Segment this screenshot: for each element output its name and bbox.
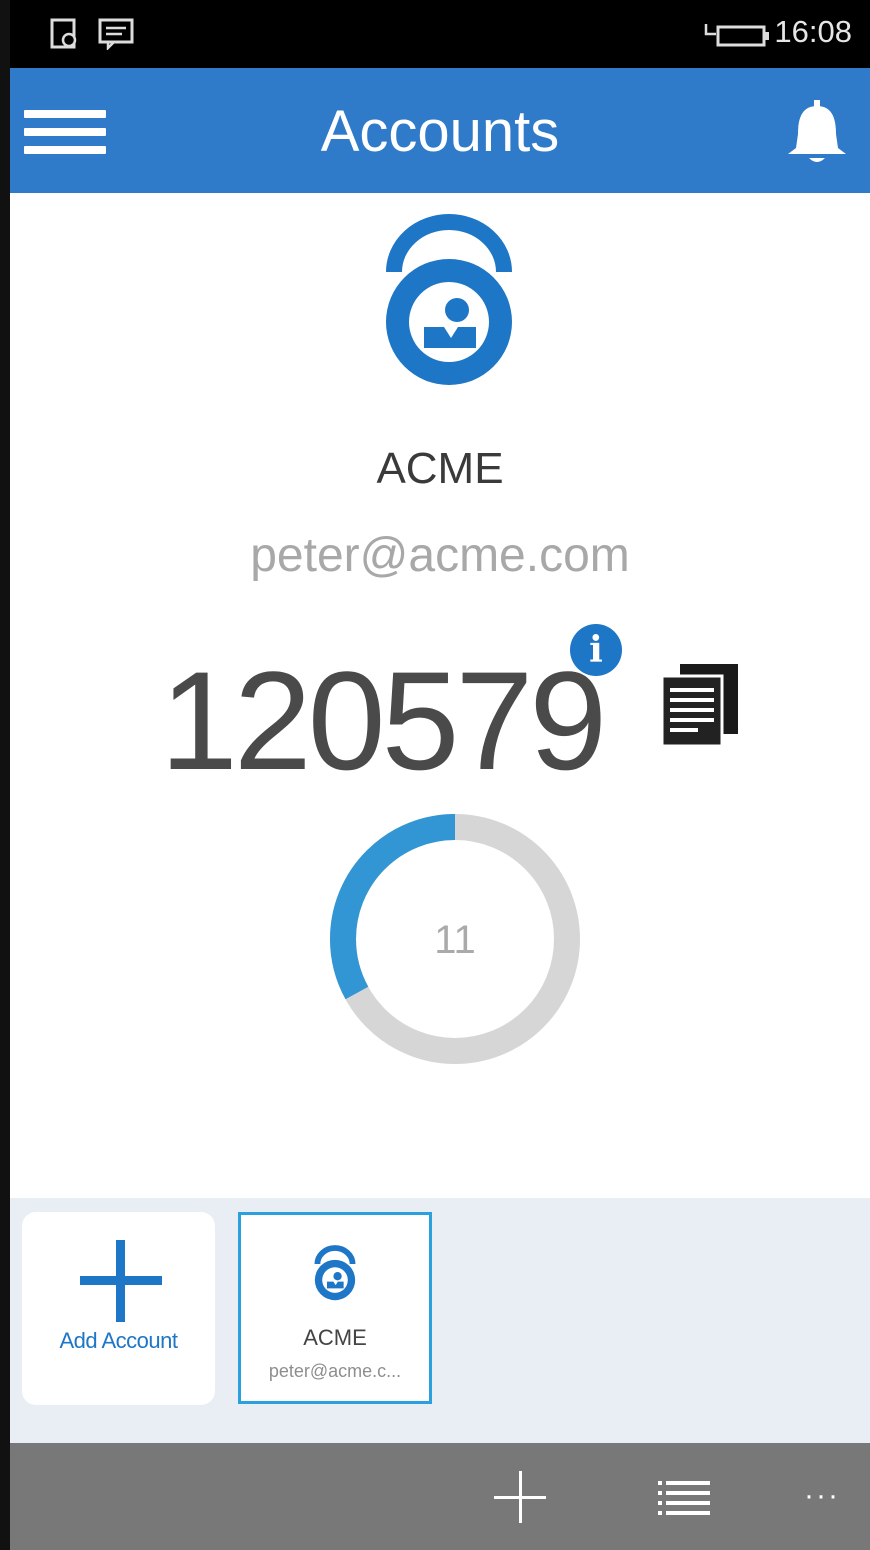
- add-account-tile[interactable]: Add Account: [22, 1212, 215, 1405]
- countdown-seconds: 11: [434, 918, 476, 962]
- verification-code[interactable]: 120579: [160, 640, 607, 802]
- bottom-app-bar: ···: [10, 1443, 870, 1550]
- app-header: Accounts: [10, 68, 870, 193]
- app-screen: 16:08 Accounts ACME peter@acme.com 12057…: [0, 0, 870, 1550]
- notification-icon: [50, 18, 77, 49]
- message-icon: [98, 18, 134, 50]
- accounts-tray: Add Account ACME peter@acme.c...: [10, 1198, 870, 1443]
- more-icon[interactable]: ···: [804, 1479, 840, 1513]
- add-icon[interactable]: [494, 1471, 546, 1523]
- add-account-label: Add Account: [59, 1328, 178, 1353]
- account-tile-name: ACME: [303, 1325, 367, 1350]
- lock-user-icon: [386, 214, 512, 385]
- lock-user-icon: [314, 1245, 356, 1301]
- account-name: ACME: [376, 444, 504, 493]
- battery-icon: [704, 24, 769, 47]
- status-time: 16:08: [774, 14, 852, 49]
- page-title: Accounts: [320, 99, 560, 164]
- account-tile[interactable]: ACME peter@acme.c...: [238, 1212, 432, 1404]
- bell-icon[interactable]: [784, 98, 850, 166]
- info-icon[interactable]: i: [570, 624, 622, 676]
- list-icon[interactable]: [658, 1481, 710, 1515]
- account-tile-email: peter@acme.c...: [268, 1361, 402, 1381]
- copy-icon[interactable]: [658, 660, 742, 748]
- account-email: peter@acme.com: [250, 529, 630, 582]
- status-bar: 16:08: [10, 0, 870, 68]
